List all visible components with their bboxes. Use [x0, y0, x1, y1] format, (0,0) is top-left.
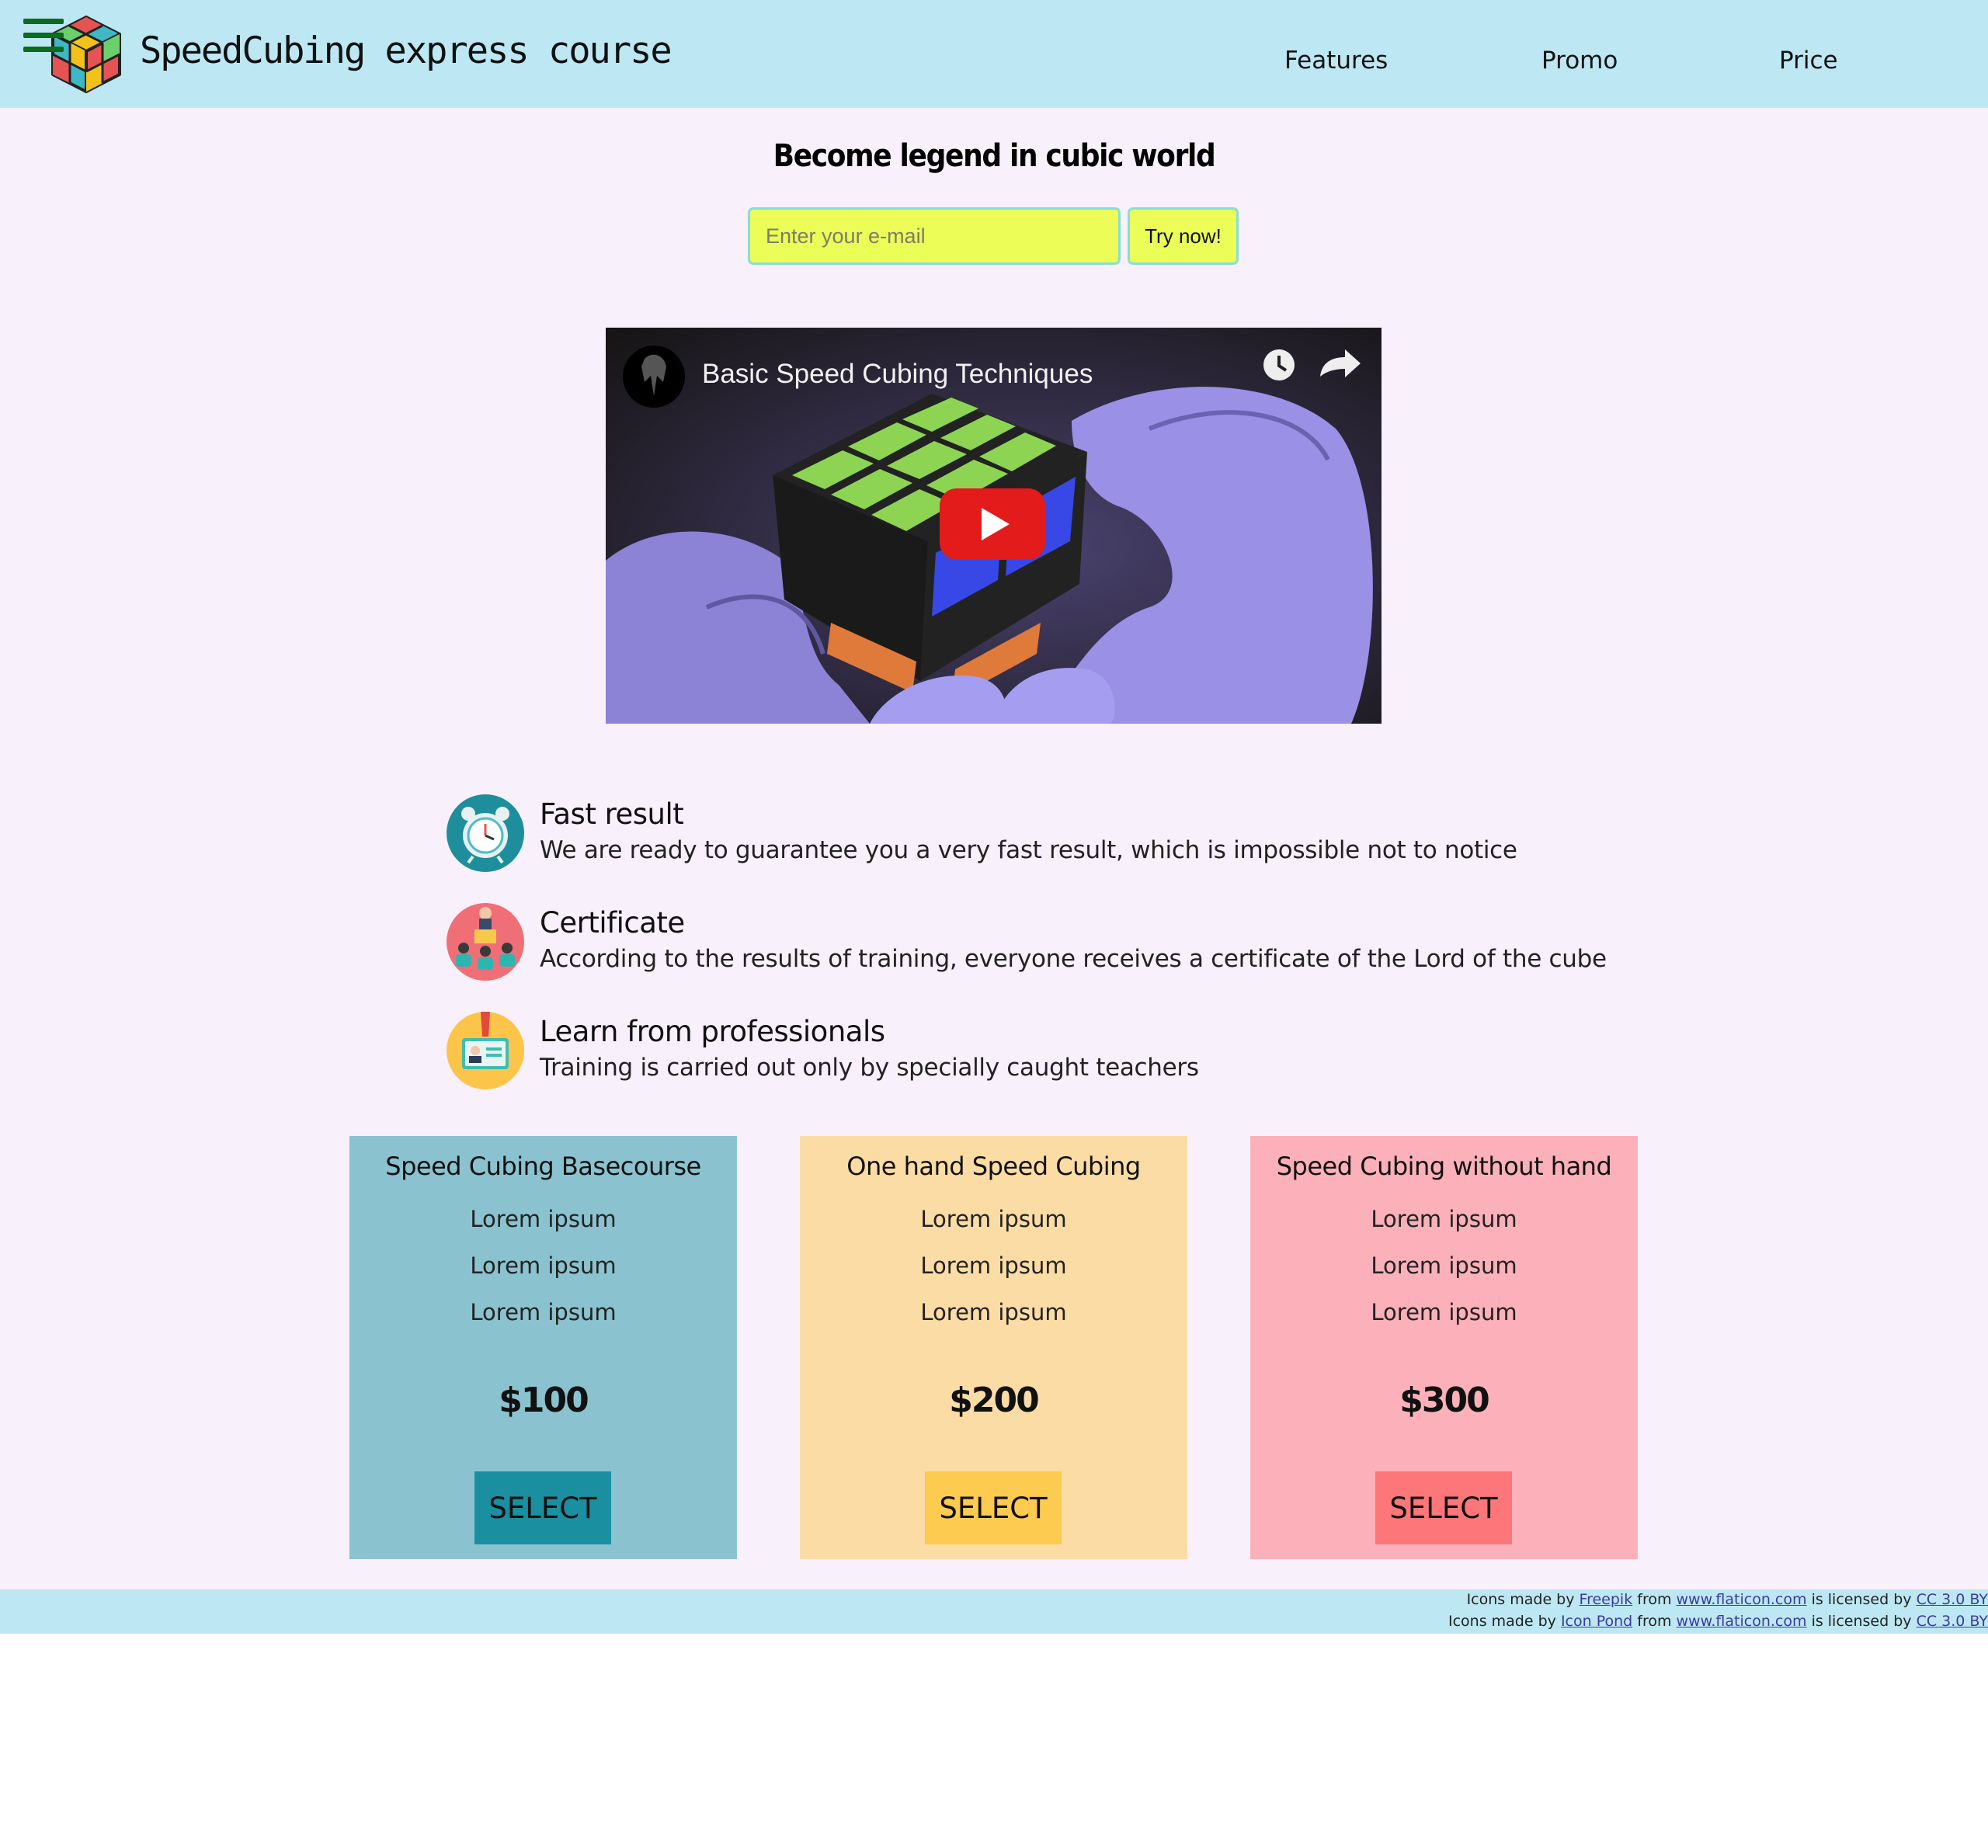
plan-feature: Lorem ipsum — [920, 1252, 1067, 1279]
credit-prefix: Icons made by — [1466, 1591, 1575, 1608]
credit-from: from — [1637, 1613, 1672, 1630]
select-button[interactable]: SELECT — [474, 1471, 611, 1544]
brand-title: SpeedCubing express course — [140, 30, 673, 72]
plan-feature: Lorem ipsum — [470, 1299, 617, 1325]
feature-text: Training is carried out only by speciall… — [540, 1054, 1199, 1082]
plan-feature: Lorem ipsum — [1371, 1206, 1517, 1232]
plan-feature: Lorem ipsum — [920, 1299, 1067, 1325]
site-footer: Icons made by Freepik from www.flaticon.… — [0, 1589, 1988, 1634]
plan-price: $100 — [499, 1381, 589, 1420]
credit-licensed: is licensed by — [1811, 1591, 1912, 1608]
feature-professionals: Learn from professionals Training is car… — [447, 1012, 1611, 1092]
plan-card-one-hand: One hand Speed Cubing Lorem ipsum Lorem … — [800, 1136, 1187, 1559]
feature-text: We are ready to guarantee you a very fas… — [540, 836, 1517, 864]
plan-price: $200 — [949, 1381, 1039, 1420]
video-title: Basic Speed Cubing Techniques — [702, 359, 1093, 389]
plan-feature: Lorem ipsum — [470, 1206, 617, 1232]
nav-features[interactable]: Features — [1284, 47, 1388, 75]
id-badge-icon — [447, 1012, 524, 1089]
site-header: SpeedCubing express course Features Prom… — [0, 0, 1988, 108]
feature-fast-result: Fast result We are ready to guarantee yo… — [447, 794, 1611, 875]
teacher-audience-icon — [447, 903, 524, 981]
video-player[interactable]: Basic Speed Cubing Techniques — [606, 328, 1382, 724]
credit-prefix: Icons made by — [1448, 1613, 1556, 1630]
feature-certificate: Certificate According to the results of … — [447, 903, 1611, 984]
credit-line: Icons made by Freepik from www.flaticon.… — [1467, 1591, 1988, 1608]
site-link[interactable]: www.flaticon.com — [1677, 1591, 1807, 1608]
hamburger-menu-icon[interactable] — [23, 19, 64, 53]
alarm-clock-icon — [447, 794, 524, 872]
select-button[interactable]: SELECT — [925, 1471, 1062, 1544]
plan-title: Speed Cubing without hand — [1276, 1152, 1612, 1181]
credit-licensed: is licensed by — [1811, 1613, 1912, 1630]
plan-feature: Lorem ipsum — [1371, 1252, 1517, 1279]
email-input[interactable] — [748, 207, 1121, 265]
plan-card-without-hand: Speed Cubing without hand Lorem ipsum Lo… — [1250, 1136, 1638, 1559]
author-link[interactable]: Icon Pond — [1561, 1613, 1632, 1630]
plan-feature: Lorem ipsum — [920, 1206, 1067, 1232]
play-button-icon[interactable] — [940, 488, 1045, 560]
credit-line: Icons made by Icon Pond from www.flatico… — [1448, 1613, 1988, 1630]
license-link[interactable]: CC 3.0 BY — [1917, 1613, 1988, 1630]
plan-card-basecourse: Speed Cubing Basecourse Lorem ipsum Lore… — [349, 1136, 737, 1559]
plan-price: $300 — [1399, 1381, 1489, 1420]
feature-title: Fast result — [540, 797, 684, 831]
feature-text: According to the results of training, ev… — [540, 945, 1607, 973]
share-icon[interactable] — [1319, 348, 1362, 382]
nav-promo[interactable]: Promo — [1541, 47, 1618, 75]
hero-title: Become legend in cubic world — [773, 138, 1216, 174]
site-link[interactable]: www.flaticon.com — [1677, 1613, 1807, 1630]
plan-feature: Lorem ipsum — [1371, 1299, 1517, 1325]
try-now-button[interactable]: Try now! — [1128, 207, 1239, 265]
plan-title: Speed Cubing Basecourse — [385, 1152, 701, 1181]
feature-title: Learn from professionals — [540, 1015, 885, 1048]
select-button[interactable]: SELECT — [1375, 1471, 1512, 1544]
feature-title: Certificate — [540, 906, 685, 940]
author-link[interactable]: Freepik — [1580, 1591, 1633, 1608]
nav-price[interactable]: Price — [1779, 47, 1838, 75]
main-content: Become legend in cubic world Try now! — [0, 108, 1988, 1589]
license-link[interactable]: CC 3.0 BY — [1917, 1591, 1988, 1608]
credit-from: from — [1637, 1591, 1672, 1608]
plan-title: One hand Speed Cubing — [846, 1152, 1141, 1181]
watch-later-icon[interactable] — [1262, 348, 1296, 382]
plan-feature: Lorem ipsum — [470, 1252, 617, 1279]
